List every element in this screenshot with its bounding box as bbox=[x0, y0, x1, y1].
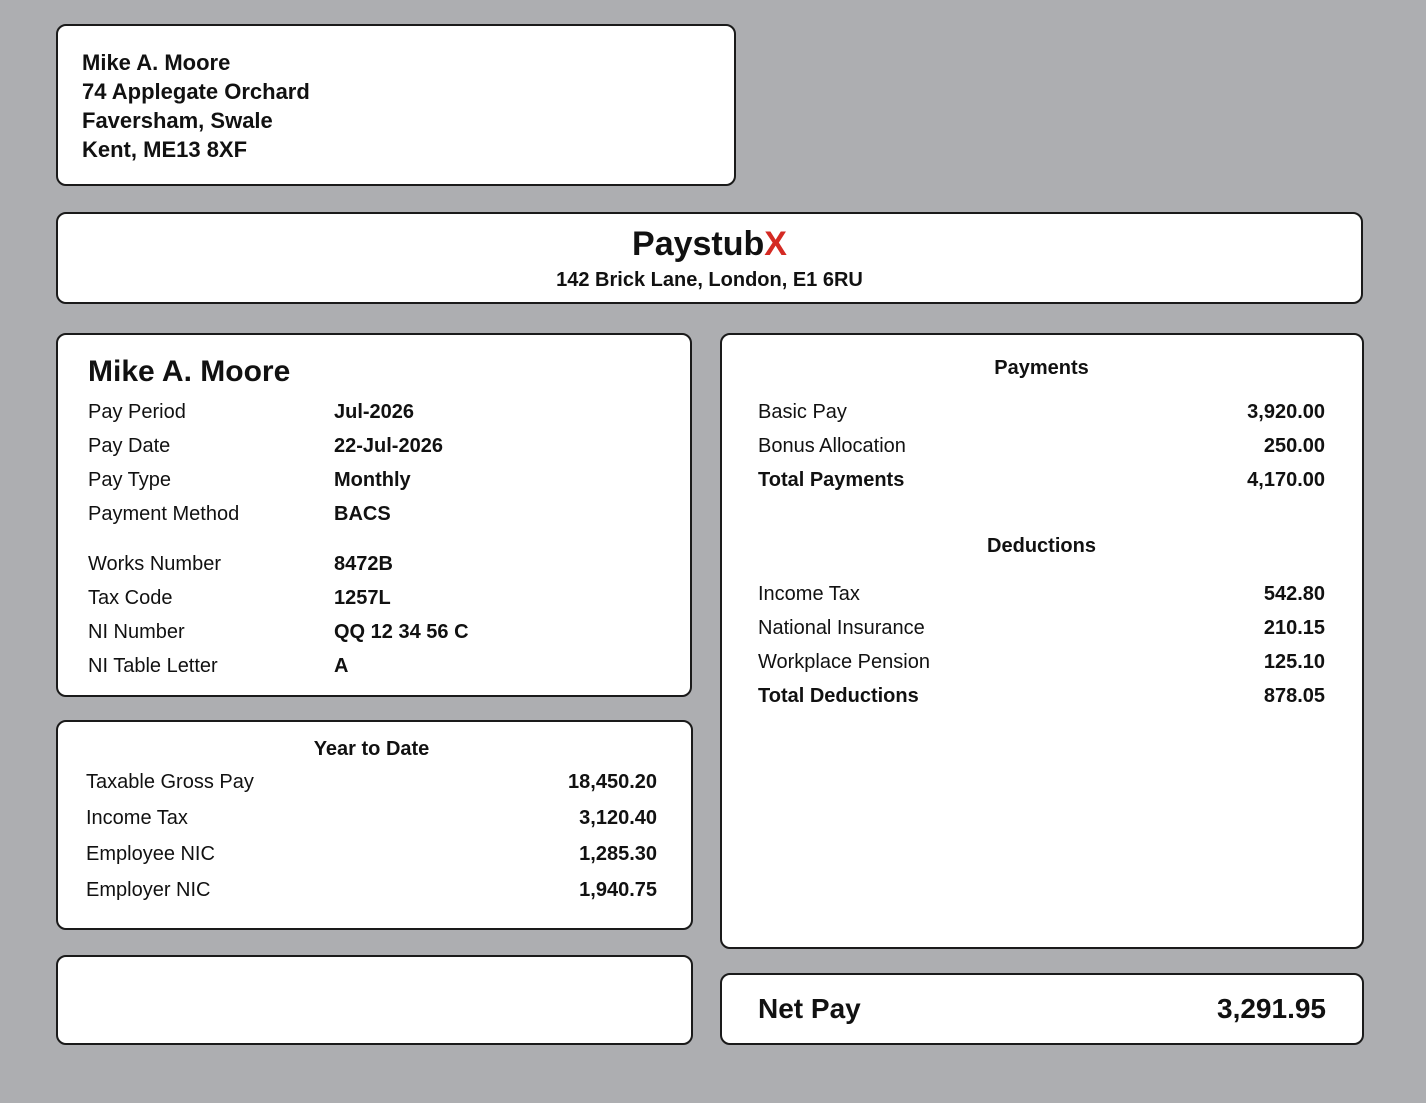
deduction-label: National Insurance bbox=[758, 616, 925, 639]
deduction-total-label: Total Deductions bbox=[758, 684, 919, 707]
payment-label: Basic Pay bbox=[758, 400, 847, 423]
ytd-value: 3,120.40 bbox=[579, 806, 657, 829]
ytd-value: 18,450.20 bbox=[568, 770, 657, 793]
detail-label: NI Table Letter bbox=[88, 654, 218, 677]
company-logo: PaystubX bbox=[58, 225, 1361, 263]
detail-value: QQ 12 34 56 C bbox=[334, 620, 469, 643]
ytd-label: Taxable Gross Pay bbox=[86, 770, 254, 793]
net-pay-value: 3,291.95 bbox=[1217, 993, 1326, 1024]
detail-label: NI Number bbox=[88, 620, 185, 643]
deductions-title: Deductions bbox=[987, 535, 1096, 557]
detail-label: Pay Date bbox=[88, 434, 171, 457]
detail-label: Tax Code bbox=[88, 586, 173, 609]
detail-row-ni-number: NI Number QQ 12 34 56 C bbox=[88, 615, 660, 649]
detail-row-pay-date: Pay Date 22-Jul-2026 bbox=[88, 429, 660, 463]
detail-value: 22-Jul-2026 bbox=[334, 434, 443, 457]
detail-row-payment-method: Payment Method BACS bbox=[88, 497, 660, 531]
detail-row-pay-period: Pay Period Jul-2026 bbox=[88, 395, 660, 429]
company-name-accent: X bbox=[764, 225, 787, 263]
detail-value: A bbox=[334, 654, 349, 677]
detail-label: Pay Period bbox=[88, 400, 186, 423]
payment-value: 250.00 bbox=[1263, 434, 1325, 457]
net-pay-label: Net Pay bbox=[758, 993, 861, 1024]
deduction-row-national-insurance: National Insurance 210.15 bbox=[758, 611, 1325, 645]
deduction-total-value: 878.05 bbox=[1263, 684, 1325, 707]
deduction-label: Income Tax bbox=[758, 582, 860, 605]
year-to-date-panel: Year to Date Taxable Gross Pay 18,450.20… bbox=[56, 720, 693, 930]
ytd-value: 1,285.30 bbox=[579, 842, 657, 865]
detail-label: Payment Method bbox=[88, 502, 240, 525]
recipient-address-line2: Faversham, Swale bbox=[82, 108, 273, 133]
employee-name: Mike A. Moore bbox=[88, 355, 291, 388]
detail-label: Works Number bbox=[88, 552, 221, 575]
company-address: 142 Brick Lane, London, E1 6RU bbox=[556, 269, 863, 291]
ytd-row-employer-nic: Employer NIC 1,940.75 bbox=[86, 872, 657, 908]
payment-total-value: 4,170.00 bbox=[1247, 468, 1325, 491]
deduction-value: 542.80 bbox=[1263, 582, 1325, 605]
deduction-value: 125.10 bbox=[1263, 650, 1325, 673]
net-pay-panel: Net Pay 3,291.95 bbox=[720, 973, 1364, 1045]
detail-row-works-number: Works Number 8472B bbox=[88, 547, 660, 581]
recipient-address-panel: Mike A. Moore 74 Applegate Orchard Faver… bbox=[56, 24, 736, 186]
ytd-row-income-tax: Income Tax 3,120.40 bbox=[86, 800, 657, 836]
deduction-row-income-tax: Income Tax 542.80 bbox=[758, 577, 1325, 611]
detail-row-ni-table-letter: NI Table Letter A bbox=[88, 649, 660, 683]
detail-spacer bbox=[88, 531, 660, 547]
payments-title: Payments bbox=[994, 357, 1089, 379]
payment-value: 3,920.00 bbox=[1247, 400, 1325, 423]
detail-value: Jul-2026 bbox=[334, 400, 415, 423]
detail-value: Monthly bbox=[334, 468, 411, 491]
company-name-main: Paystub bbox=[632, 225, 765, 263]
ytd-label: Income Tax bbox=[86, 806, 188, 829]
payment-total-label: Total Payments bbox=[758, 468, 905, 491]
detail-value: BACS bbox=[334, 502, 391, 525]
deduction-row-workplace-pension: Workplace Pension 125.10 bbox=[758, 645, 1325, 679]
deduction-row-total: Total Deductions 878.05 bbox=[758, 679, 1325, 713]
recipient-name: Mike A. Moore bbox=[82, 50, 231, 75]
ytd-value: 1,940.75 bbox=[579, 878, 657, 901]
deduction-label: Workplace Pension bbox=[758, 650, 930, 673]
detail-row-pay-type: Pay Type Monthly bbox=[88, 463, 660, 497]
ytd-label: Employee NIC bbox=[86, 842, 215, 865]
payment-row-basic-pay: Basic Pay 3,920.00 bbox=[758, 395, 1325, 429]
payment-label: Bonus Allocation bbox=[758, 434, 906, 457]
detail-row-tax-code: Tax Code 1257L bbox=[88, 581, 660, 615]
empty-panel bbox=[56, 955, 693, 1045]
ytd-title: Year to Date bbox=[313, 738, 430, 760]
payment-row-bonus-allocation: Bonus Allocation 250.00 bbox=[758, 429, 1325, 463]
employee-details-panel: Mike A. Moore Pay Period Jul-2026 Pay Da… bbox=[56, 333, 692, 697]
recipient-address-line1: 74 Applegate Orchard bbox=[82, 79, 310, 104]
payments-deductions-panel: Payments Basic Pay 3,920.00 Bonus Alloca… bbox=[720, 333, 1364, 949]
detail-value: 8472B bbox=[334, 552, 393, 575]
recipient-address-line3: Kent, ME13 8XF bbox=[82, 137, 248, 162]
company-header-panel: PaystubX 142 Brick Lane, London, E1 6RU bbox=[56, 212, 1363, 304]
deduction-value: 210.15 bbox=[1263, 616, 1325, 639]
detail-label: Pay Type bbox=[88, 468, 172, 491]
ytd-label: Employer NIC bbox=[86, 878, 211, 901]
ytd-row-employee-nic: Employee NIC 1,285.30 bbox=[86, 836, 657, 872]
detail-value: 1257L bbox=[334, 586, 391, 609]
payment-row-total: Total Payments 4,170.00 bbox=[758, 463, 1325, 497]
ytd-row-taxable-gross-pay: Taxable Gross Pay 18,450.20 bbox=[86, 764, 657, 800]
